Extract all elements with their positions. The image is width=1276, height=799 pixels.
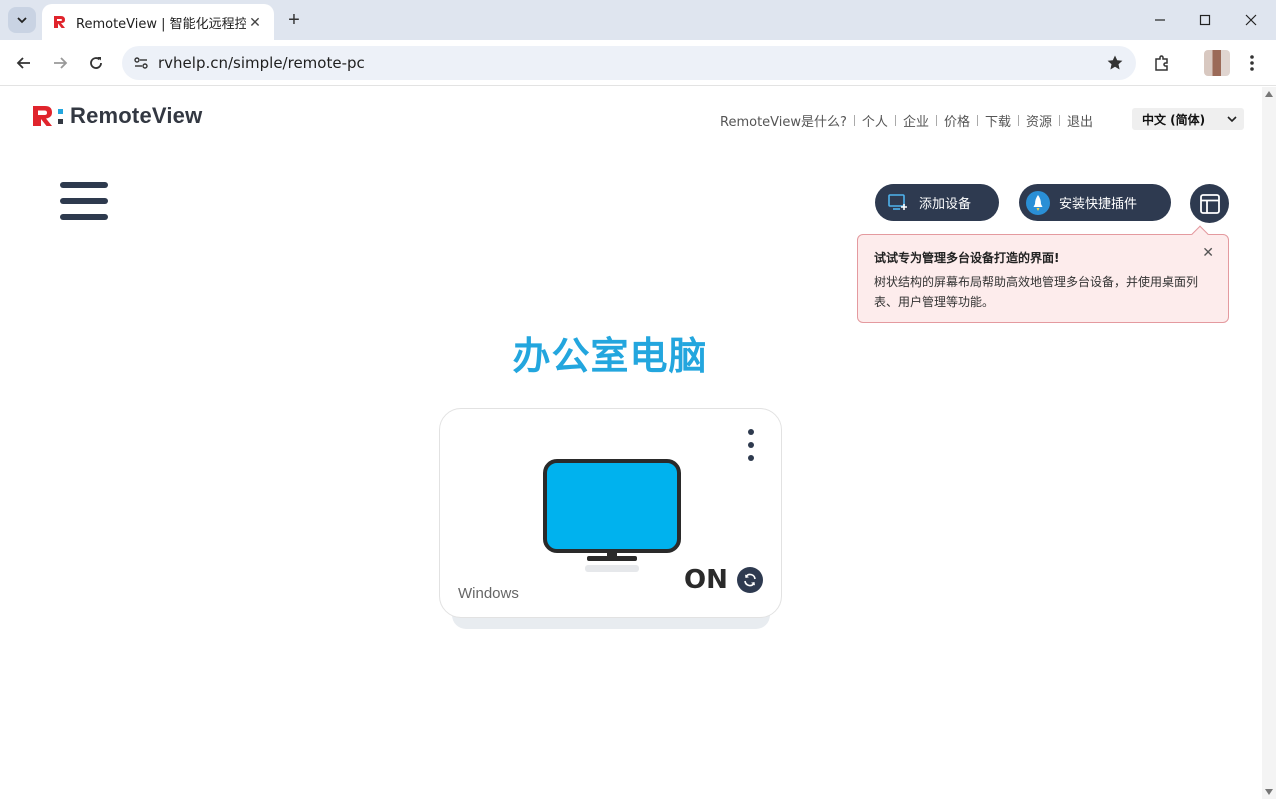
reload-icon <box>90 57 102 69</box>
tab-search-button[interactable] <box>8 7 36 33</box>
new-tab-button[interactable]: + <box>282 9 306 31</box>
tip-title: 试试专为管理多台设备打造的界面! <box>874 251 1060 265</box>
nav-what-is-remoteview[interactable]: RemoteView是什么? <box>720 111 847 130</box>
chevron-down-icon <box>1227 116 1237 123</box>
tip-arrow <box>1191 225 1209 243</box>
address-bar[interactable]: rvhelp.cn/simple/remote-pc <box>122 46 1136 80</box>
chevron-down-icon <box>17 17 27 24</box>
extensions-button[interactable] <box>1148 49 1176 77</box>
logo-text: RemoteView <box>70 103 203 128</box>
page-scrollbar[interactable] <box>1262 87 1276 799</box>
language-selected-value: 中文 (简体) <box>1142 112 1206 127</box>
device-status: ON <box>684 565 728 595</box>
tip-body: 树状结构的屏幕布局帮助高效地管理多台设备，并使用桌面列表、用户管理等功能。 <box>874 275 1199 309</box>
nav-divider <box>1059 115 1060 126</box>
profile-avatar[interactable] <box>1204 50 1230 76</box>
browser-toolbar: rvhelp.cn/simple/remote-pc <box>0 40 1276 86</box>
reload-button[interactable] <box>82 49 110 77</box>
tab-close-icon[interactable]: ✕ <box>246 13 264 31</box>
puzzle-icon <box>1155 55 1168 71</box>
nav-enterprise[interactable]: 企业 <box>903 111 929 130</box>
close-icon[interactable]: ✕ <box>1202 245 1214 261</box>
install-plugin-button[interactable]: 安装快捷插件 <box>1019 184 1171 221</box>
language-select[interactable]: 中文 (简体) <box>1132 108 1244 130</box>
monitor-icon <box>543 459 681 572</box>
nav-divider <box>894 115 896 126</box>
more-vertical-icon[interactable] <box>746 429 756 465</box>
close-icon <box>1245 14 1257 26</box>
install-plugin-label: 安装快捷插件 <box>1059 197 1138 212</box>
maximize-icon <box>1199 14 1211 26</box>
nav-divider <box>935 115 937 126</box>
nav-divider <box>853 115 855 126</box>
nav-download[interactable]: 下载 <box>985 111 1011 130</box>
scroll-up-icon[interactable] <box>1265 91 1273 97</box>
scroll-down-icon[interactable] <box>1265 789 1273 795</box>
browser-tab-active[interactable]: RemoteView | 智能化远程控制 ✕ <box>42 4 274 40</box>
add-device-button[interactable]: 添加设备 <box>875 184 999 221</box>
refresh-icon[interactable] <box>737 567 763 593</box>
nav-divider <box>1017 115 1019 126</box>
tab-strip: RemoteView | 智能化远程控制 ✕ + <box>0 0 1276 40</box>
arrow-left-icon <box>16 57 30 69</box>
back-button[interactable] <box>10 49 38 77</box>
site-info-icon[interactable] <box>124 55 158 71</box>
tab-title: RemoteView | 智能化远程控制 <box>76 16 246 32</box>
bookmark-star-icon[interactable] <box>1106 54 1124 77</box>
add-device-label: 添加设备 <box>919 197 972 212</box>
nav-pricing[interactable]: 价格 <box>944 111 970 130</box>
device-os-label: Windows <box>458 585 519 602</box>
monitor-plus-icon <box>885 190 911 216</box>
remoteview-favicon-icon <box>52 14 68 30</box>
page-content: RemoteView RemoteView是什么? 个人 企业 价格 下载 资源… <box>0 87 1262 799</box>
more-vertical-icon <box>1250 55 1254 71</box>
nav-logout[interactable]: 退出 <box>1067 111 1093 130</box>
nav-resources[interactable]: 资源 <box>1026 111 1052 130</box>
top-navigation: RemoteView是什么? 个人 企业 价格 下载 资源 退出 <box>720 111 1093 130</box>
hamburger-menu-icon[interactable] <box>60 182 108 222</box>
layout-panel-icon <box>1199 193 1220 214</box>
site-logo[interactable]: RemoteView <box>32 103 202 129</box>
close-window-button[interactable] <box>1228 0 1274 40</box>
remoteview-logo-icon <box>33 106 63 126</box>
minimize-button[interactable] <box>1137 0 1183 40</box>
browser-menu-button[interactable] <box>1238 49 1266 77</box>
minimize-icon <box>1155 19 1165 21</box>
layout-switch-button[interactable] <box>1190 184 1229 223</box>
arrow-right-icon <box>54 57 68 69</box>
rocket-icon <box>1025 190 1051 216</box>
nav-divider <box>976 115 978 126</box>
multi-device-tip: 试试专为管理多台设备打造的界面! 树状结构的屏幕布局帮助高效地管理多台设备，并使… <box>857 225 1229 323</box>
device-group-title: 办公室电脑 <box>512 334 708 378</box>
maximize-button[interactable] <box>1182 0 1228 40</box>
url-text[interactable]: rvhelp.cn/simple/remote-pc <box>158 54 365 72</box>
browser-window: RemoteView | 智能化远程控制 ✕ + rvhelp.cn/simpl… <box>0 0 1276 799</box>
device-card[interactable]: Windows ON <box>439 408 782 618</box>
forward-button[interactable] <box>46 49 74 77</box>
nav-personal[interactable]: 个人 <box>862 111 888 130</box>
